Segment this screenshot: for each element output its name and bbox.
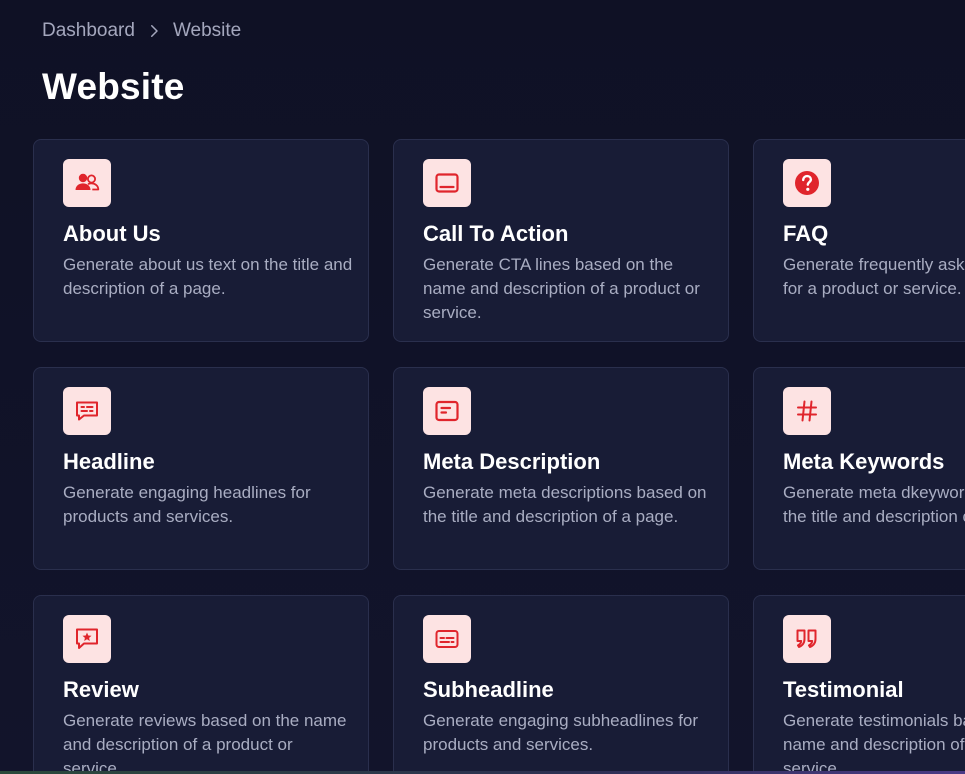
card-description: Generate reviews based on the name and d… [63, 711, 347, 774]
users-icon [63, 159, 111, 207]
template-card-review[interactable]: Review Generate reviews based on the nam… [33, 595, 369, 774]
card-description: Generate about us text on the title and … [63, 255, 353, 298]
review-icon [63, 615, 111, 663]
template-card-call-to-action[interactable]: Call To Action Generate CTA lines based … [393, 139, 729, 342]
breadcrumb: Dashboard Website [42, 20, 241, 42]
template-grid: About Us Generate about us text on the t… [33, 139, 965, 774]
breadcrumb-dashboard-link[interactable]: Dashboard [42, 20, 135, 42]
card-title: Testimonial [783, 677, 904, 702]
document-icon [423, 387, 471, 435]
card-description: Generate engaging headlines for products… [63, 483, 311, 526]
hashtag-icon [783, 387, 831, 435]
template-card-meta-keywords[interactable]: Meta Keywords Generate meta dkeywords ba… [753, 367, 965, 570]
card-title: Call To Action [423, 221, 569, 246]
template-card-testimonial[interactable]: Testimonial Generate testimonials based … [753, 595, 965, 774]
card-description: Generate testimonials based on the name … [783, 711, 965, 774]
template-card-subheadline[interactable]: Subheadline Generate engaging subheadlin… [393, 595, 729, 774]
card-title: About Us [63, 221, 161, 246]
card-description: Generate engaging subheadlines for produ… [423, 711, 699, 754]
card-description: Generate CTA lines based on the name and… [423, 255, 700, 322]
message-icon [63, 387, 111, 435]
card-title: Headline [63, 449, 155, 474]
card-title: FAQ [783, 221, 829, 246]
page-title: Website [42, 66, 185, 107]
template-card-headline[interactable]: Headline Generate engaging headlines for… [33, 367, 369, 570]
quote-icon [783, 615, 831, 663]
card-title: Meta Description [423, 449, 601, 474]
card-description: Generate meta dkeywords based on the tit… [783, 483, 965, 526]
question-icon [783, 159, 831, 207]
page: Dashboard Website Website About Us Gener… [0, 0, 965, 774]
template-card-faq[interactable]: FAQ Generate frequently asked questions … [753, 139, 965, 342]
card-title: Review [63, 677, 139, 702]
template-card-meta-description[interactable]: Meta Description Generate meta descripti… [393, 367, 729, 570]
card-description: Generate meta descriptions based on the … [423, 483, 707, 526]
template-card-about-us[interactable]: About Us Generate about us text on the t… [33, 139, 369, 342]
monitor-icon [423, 159, 471, 207]
card-title: Subheadline [423, 677, 554, 702]
breadcrumb-current: Website [172, 20, 242, 41]
subtitle-icon [423, 615, 471, 663]
card-title: Meta Keywords [783, 449, 945, 474]
card-description: Generate frequently asked questions for … [783, 255, 965, 298]
chevron-right-icon [145, 22, 163, 40]
